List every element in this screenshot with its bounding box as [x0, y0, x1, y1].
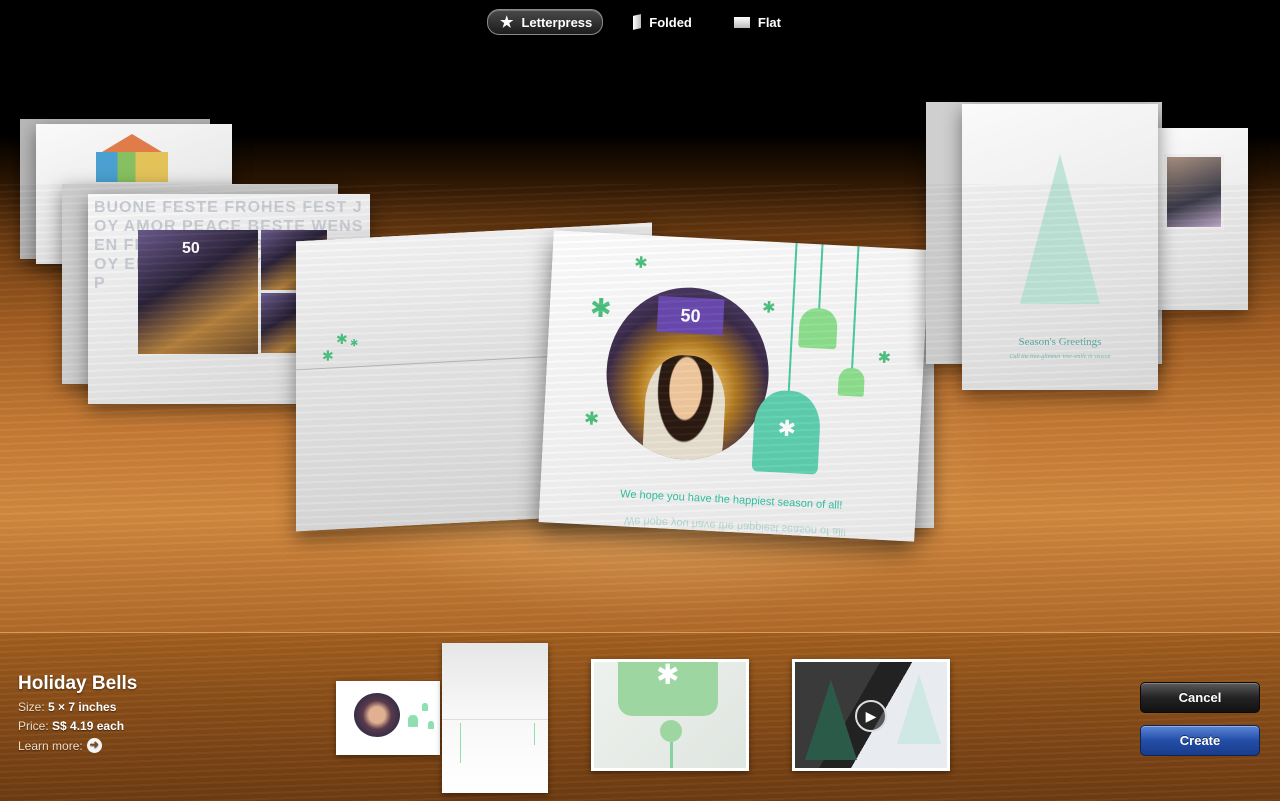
size-label: Size:: [18, 700, 45, 714]
snowflake-icon: ✱: [761, 299, 776, 318]
snowflake-icon: ✱: [656, 659, 680, 690]
child-figure: [641, 353, 728, 464]
theme-card-photo[interactable]: [1158, 128, 1248, 310]
size-value: 5 × 7 inches: [48, 700, 117, 714]
snowflake-icon: ✱: [589, 292, 613, 324]
price-row: Price: S$ 4.19 each: [18, 719, 137, 733]
screen-number: 50: [656, 295, 725, 336]
play-icon[interactable]: ▶: [855, 700, 887, 732]
flat-card-icon: [733, 16, 750, 28]
card-inside-thumbnail[interactable]: [442, 643, 548, 793]
cancel-button[interactable]: Cancel: [1140, 682, 1260, 713]
video-thumbnail[interactable]: ▶: [792, 659, 950, 771]
letterpress-option[interactable]: ★ Letterpress: [487, 9, 604, 35]
flat-label: Flat: [757, 14, 781, 30]
bell-clapper: [660, 720, 682, 742]
card-front-thumbnail[interactable]: [336, 681, 440, 755]
fold-line: [442, 719, 548, 720]
dark-tree-graphic: [805, 680, 857, 760]
framed-photo: [1164, 154, 1224, 230]
bell-icon: [428, 721, 434, 729]
circular-photo: 50: [602, 283, 773, 464]
tree-card-subtitle: Call the tree-glimmer tree-smile in seas…: [1009, 354, 1111, 360]
flat-option[interactable]: Flat: [722, 10, 793, 34]
theme-preview-stage: BUONE FESTE FROHES FEST JOY AMOR PEACE B…: [0, 44, 1280, 632]
theme-card-tree[interactable]: Season's Greetings Call the tree-glimmer…: [962, 104, 1158, 390]
price-label: Price:: [18, 719, 49, 733]
house-graphic: [102, 134, 162, 152]
theme-info-panel: Holiday Bells Size: 5 × 7 inches Price: …: [0, 632, 1280, 801]
snowflake-icon: ✱: [633, 254, 649, 273]
bell-closeup: ✱: [618, 659, 718, 716]
letterpress-detail-thumbnail[interactable]: ✱: [591, 659, 749, 771]
bell-icon: [798, 307, 839, 350]
folded-label: Folded: [649, 14, 692, 30]
light-tree-graphic: [897, 674, 941, 744]
folded-card-icon: [633, 14, 642, 30]
bell-icon: [408, 715, 418, 727]
star-icon: ★: [500, 13, 514, 31]
snowflake-icon: ✱: [350, 338, 359, 350]
theme-details: Holiday Bells Size: 5 × 7 inches Price: …: [18, 673, 137, 753]
christmas-tree-graphic: [1020, 154, 1100, 304]
snowflake-icon: ✱: [583, 408, 600, 429]
size-row: Size: 5 × 7 inches: [18, 700, 137, 714]
learn-more-label: Learn more:: [18, 738, 83, 753]
bell-string: [534, 723, 535, 745]
thumbnail-photo: [354, 693, 400, 737]
screen-number: 50: [182, 240, 200, 257]
photo-large: 50: [138, 230, 258, 354]
arrow-right-icon: ➜: [86, 738, 102, 753]
holiday-bells-card[interactable]: ✱ ✱ ✱ ✱ ✱ ✱ 50 ✱ We hope you have the ha…: [538, 230, 930, 542]
large-bell-icon: ✱: [751, 389, 822, 475]
bell-stem: [670, 742, 673, 768]
tree-card-title: Season's Greetings: [1018, 336, 1102, 348]
bell-string: [460, 723, 461, 763]
theme-name: Holiday Bells: [18, 673, 138, 694]
folded-option[interactable]: Folded: [621, 10, 704, 34]
price-value: S$ 4.19 each: [52, 719, 125, 733]
snowflake-icon: ✱: [322, 347, 334, 364]
block-graphic: [96, 152, 168, 182]
letterpress-label: Letterpress: [521, 14, 593, 30]
snowflake-icon: ✱: [877, 349, 892, 368]
card-greeting-text: We hope you have the happiest season of …: [619, 488, 843, 512]
bell-icon: [837, 367, 866, 397]
snowflake-icon: ✱: [777, 414, 797, 441]
snowflake-icon: ✱: [336, 330, 348, 348]
bell-string: [787, 243, 798, 393]
card-style-selector: ★ Letterpress Folded Flat: [0, 0, 1280, 44]
bell-icon: [422, 703, 428, 711]
create-button[interactable]: Create: [1140, 725, 1260, 756]
bell-string: [850, 246, 860, 373]
bell-string: [817, 244, 824, 315]
learn-more-link[interactable]: Learn more: ➜: [18, 738, 102, 753]
learn-more-row: Learn more: ➜: [18, 738, 137, 753]
